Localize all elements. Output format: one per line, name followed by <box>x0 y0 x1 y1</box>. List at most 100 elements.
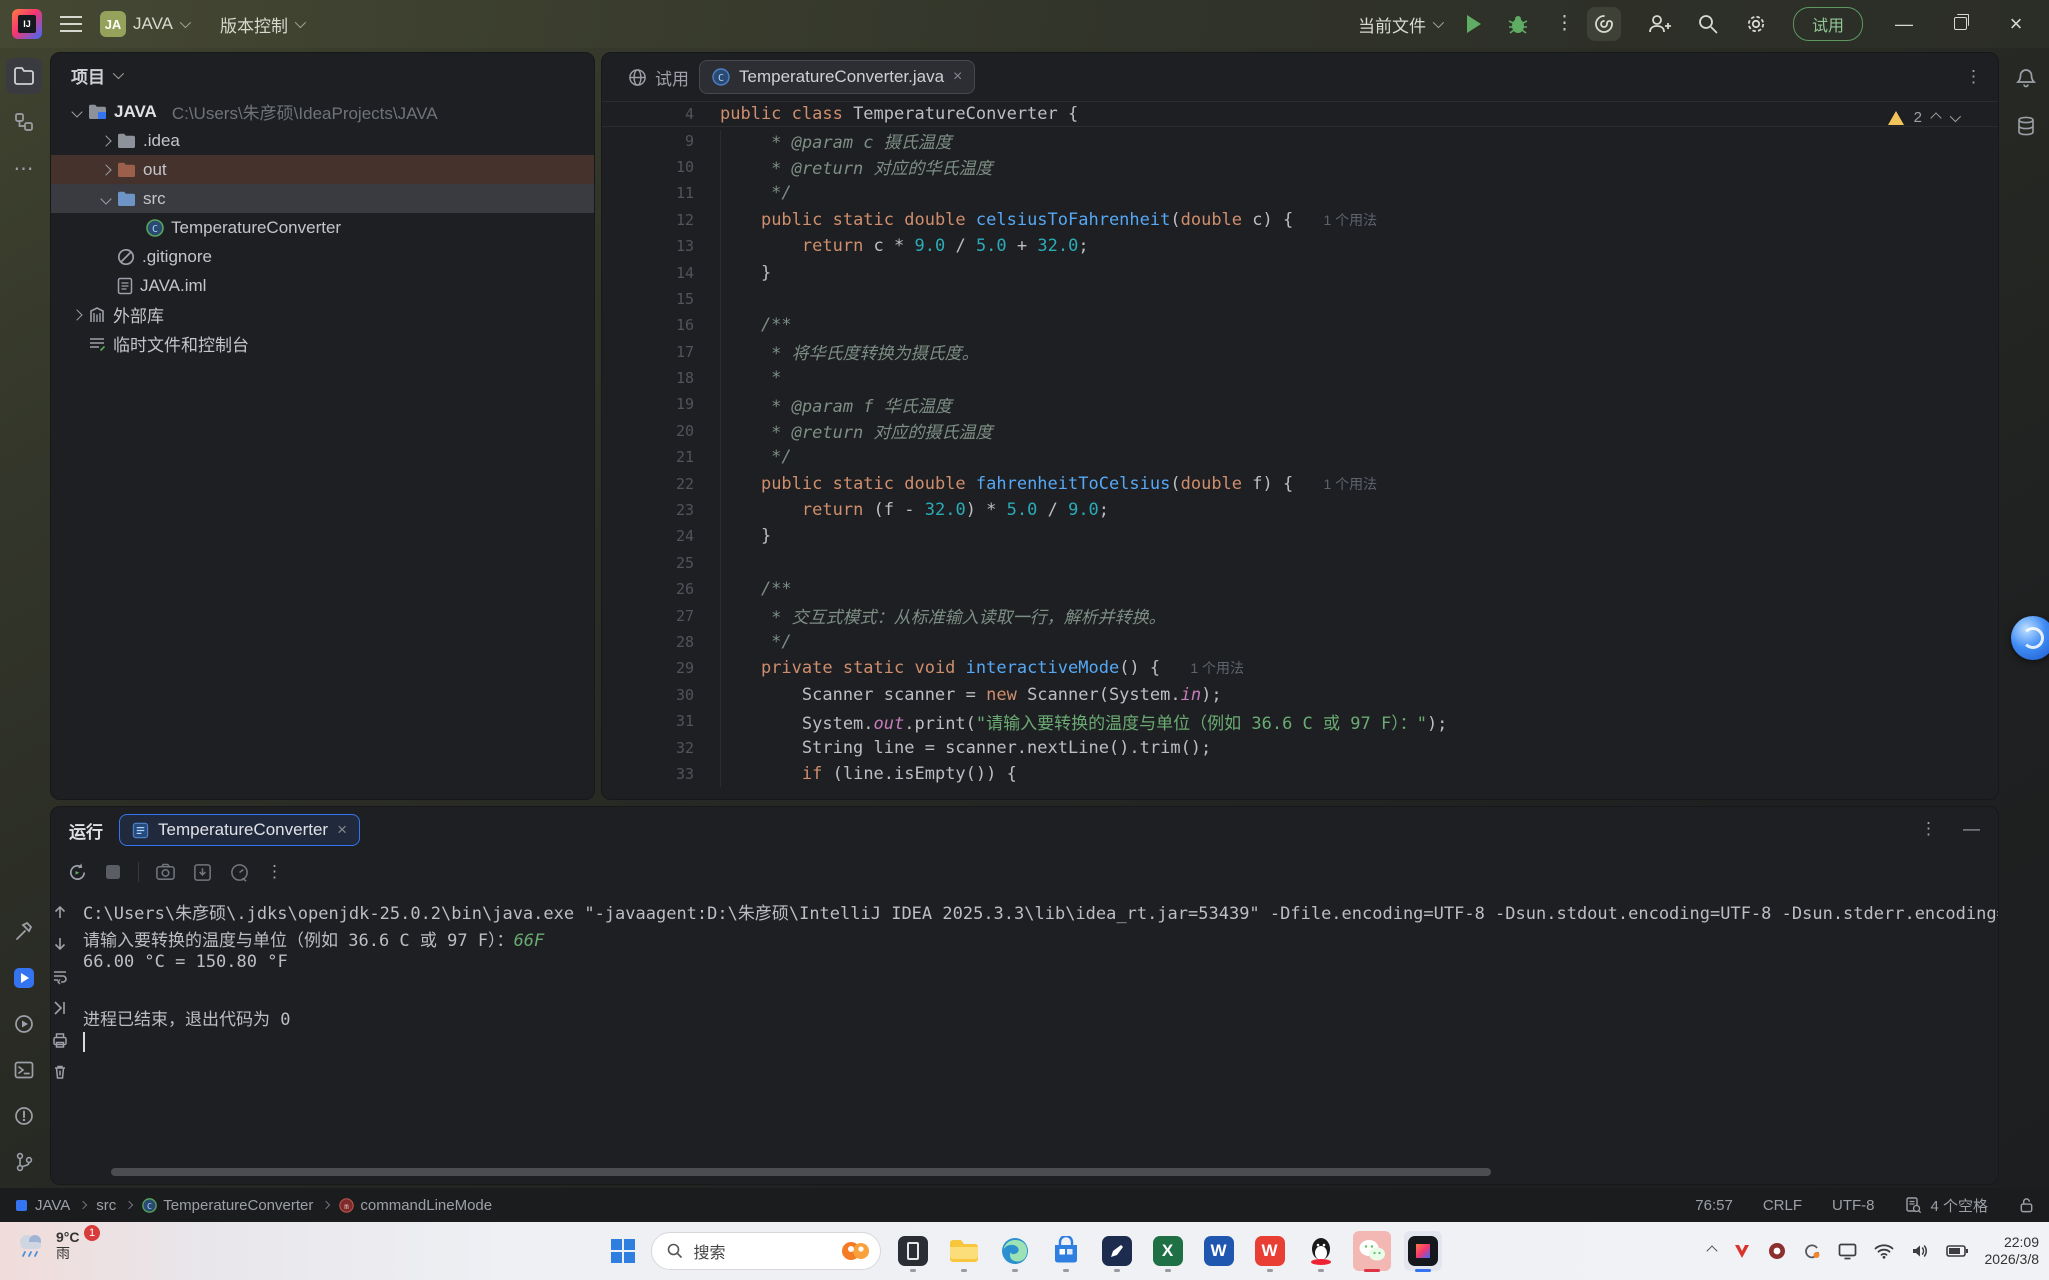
run-panel-kebab[interactable]: ⋮ <box>1920 819 1937 839</box>
app-microsoft-store[interactable] <box>1047 1231 1085 1271</box>
trial-button[interactable]: 试用 <box>1793 7 1863 41</box>
tree-item--[interactable]: 外部库 <box>51 300 594 329</box>
run-tab-temperatureconverter[interactable]: TemperatureConverter × <box>119 814 360 846</box>
tree-chevron-icon[interactable] <box>100 135 111 146</box>
taskbar-clock[interactable]: 22:09 2026/3/8 <box>1985 1234 2040 1268</box>
app-notes[interactable] <box>1098 1231 1136 1271</box>
debug-button[interactable] <box>1507 13 1529 35</box>
tray-monitor-icon[interactable] <box>1838 1243 1857 1260</box>
code-line-17[interactable]: 17 * 将华氏度转换为摄氏度。 <box>602 339 1998 365</box>
app-qq[interactable] <box>1302 1231 1340 1271</box>
import-snapshot-icon[interactable] <box>192 862 213 883</box>
restore-button[interactable] <box>1945 14 1975 35</box>
code-line-15[interactable]: 15 <box>602 286 1998 312</box>
file-encoding[interactable]: UTF-8 <box>1832 1197 1875 1214</box>
scroll-to-end-icon[interactable] <box>51 999 69 1017</box>
code-line-32[interactable]: 32 String line = scanner.nextLine().trim… <box>602 734 1998 760</box>
taskbar-search[interactable]: 搜索 <box>651 1232 881 1270</box>
git-tool-button[interactable] <box>6 1144 42 1180</box>
run-console-output[interactable]: C:\Users\朱彦硕\.jdks\openjdk-25.0.2\bin\ja… <box>69 891 1999 1081</box>
problems-tool-button[interactable] <box>6 1098 42 1134</box>
build-tool-button[interactable] <box>6 914 42 950</box>
weather-widget[interactable]: 9°C雨 1 <box>14 1229 80 1261</box>
tree-item-temperatureconverter[interactable]: CTemperatureConverter <box>51 213 594 242</box>
app-wechat[interactable] <box>1353 1231 1391 1271</box>
volume-icon[interactable] <box>1911 1243 1929 1259</box>
breadcrumb[interactable]: JAVAsrcCTemperatureConvertermcommandLine… <box>14 1197 492 1214</box>
code-line-22[interactable]: 22 public static double fahrenheitToCels… <box>602 470 1998 496</box>
hide-panel-button[interactable]: — <box>1963 819 1980 839</box>
indent-widget[interactable]: 4 个空格 <box>1904 1195 1988 1216</box>
start-button[interactable] <box>608 1236 638 1266</box>
clear-console-icon[interactable] <box>51 1063 69 1081</box>
unlock-icon[interactable] <box>2018 1196 2035 1214</box>
wifi-icon[interactable] <box>1874 1243 1894 1259</box>
app-word[interactable]: W <box>1200 1231 1238 1271</box>
code-line-12[interactable]: 12 public static double celsiusToFahrenh… <box>602 207 1998 233</box>
caret-position[interactable]: 76:57 <box>1695 1197 1733 1214</box>
main-menu-icon[interactable] <box>60 16 82 32</box>
tree-item-out[interactable]: out <box>51 155 594 184</box>
tray-antivirus-icon[interactable] <box>1733 1242 1751 1260</box>
code-line-33[interactable]: 33 if (line.isEmpty()) { <box>602 761 1998 787</box>
usages-hint[interactable]: 1 个用法 <box>1323 474 1377 494</box>
code-line-27[interactable]: 27 * 交互式模式：从标准输入读取一行，解析并转换。 <box>602 602 1998 628</box>
code-line-30[interactable]: 30 Scanner scanner = new Scanner(System.… <box>602 682 1998 708</box>
stop-button[interactable] <box>104 863 122 881</box>
tree-item-java-iml[interactable]: JAVA.iml <box>51 271 594 300</box>
structure-tool-button[interactable] <box>6 104 42 140</box>
code-line-11[interactable]: 11 */ <box>602 180 1998 206</box>
line-separator[interactable]: CRLF <box>1763 1197 1802 1214</box>
scroll-up-icon[interactable] <box>51 903 69 921</box>
run-toolbar-kebab[interactable]: ⋮ <box>266 862 283 882</box>
close-tab-icon[interactable]: × <box>337 820 347 840</box>
more-actions-button[interactable]: ⋮ <box>1555 21 1561 27</box>
minimize-button[interactable]: — <box>1889 14 1919 35</box>
terminal-tool-button[interactable] <box>6 1052 42 1088</box>
code-line-28[interactable]: 28 */ <box>602 629 1998 655</box>
run-tool-button[interactable] <box>6 960 42 996</box>
ai-floating-button[interactable] <box>2011 616 2049 660</box>
tree-item--gitignore[interactable]: .gitignore <box>51 242 594 271</box>
code-line-14[interactable]: 14 } <box>602 259 1998 285</box>
run-button[interactable] <box>1467 15 1481 33</box>
app-file-explorer[interactable] <box>945 1231 983 1271</box>
tree-chevron-icon[interactable] <box>100 193 111 204</box>
app-edge[interactable] <box>996 1231 1034 1271</box>
code-line-25[interactable]: 25 <box>602 550 1998 576</box>
breadcrumb-item-temperatureconverter[interactable]: CTemperatureConverter <box>142 1197 313 1214</box>
ai-assistant-button[interactable] <box>1587 7 1621 41</box>
code-editor[interactable]: 4public class TemperatureConverter { 9 *… <box>602 101 1998 787</box>
breadcrumb-item-src[interactable]: src <box>96 1197 116 1214</box>
tab-trial[interactable]: 试用 <box>628 65 689 90</box>
usages-hint[interactable]: 1 个用法 <box>1323 210 1377 230</box>
close-tab-icon[interactable]: × <box>953 68 962 86</box>
print-icon[interactable] <box>51 1031 69 1049</box>
tree-chevron-icon[interactable] <box>71 106 82 117</box>
scroll-down-icon[interactable] <box>51 935 69 953</box>
app-phone-link[interactable] <box>894 1231 932 1271</box>
usages-hint[interactable]: 1 个用法 <box>1190 658 1244 678</box>
tree-item-java[interactable]: JAVAC:\Users\朱彦硕\IdeaProjects\JAVA <box>51 97 594 126</box>
battery-icon[interactable] <box>1946 1244 1968 1258</box>
project-widget[interactable]: JA JAVA <box>100 11 188 37</box>
soft-wrap-icon[interactable] <box>51 967 69 985</box>
vcs-widget[interactable]: 版本控制 <box>220 12 303 37</box>
tray-browser-icon[interactable] <box>1768 1242 1786 1260</box>
prev-issue-chevron[interactable] <box>1930 112 1941 123</box>
profiler-icon[interactable] <box>229 862 250 883</box>
horizontal-scrollbar[interactable] <box>111 1168 1491 1176</box>
search-icon[interactable] <box>1697 13 1719 35</box>
run-configuration-selector[interactable]: 当前文件 <box>1358 12 1441 37</box>
database-tool-button[interactable] <box>2008 108 2044 144</box>
tray-expand-chevron[interactable] <box>1706 1245 1717 1256</box>
breadcrumb-item-java[interactable]: JAVA <box>14 1197 70 1214</box>
code-line-24[interactable]: 24 } <box>602 523 1998 549</box>
tree-chevron-icon[interactable] <box>100 164 111 175</box>
more-tools-button[interactable]: ⋯ <box>6 150 42 186</box>
services-tool-button[interactable] <box>6 1006 42 1042</box>
code-line-18[interactable]: 18 * <box>602 365 1998 391</box>
app-excel[interactable]: X <box>1149 1231 1187 1271</box>
settings-gear-icon[interactable] <box>1745 13 1767 35</box>
notifications-tool-button[interactable] <box>2008 60 2044 96</box>
